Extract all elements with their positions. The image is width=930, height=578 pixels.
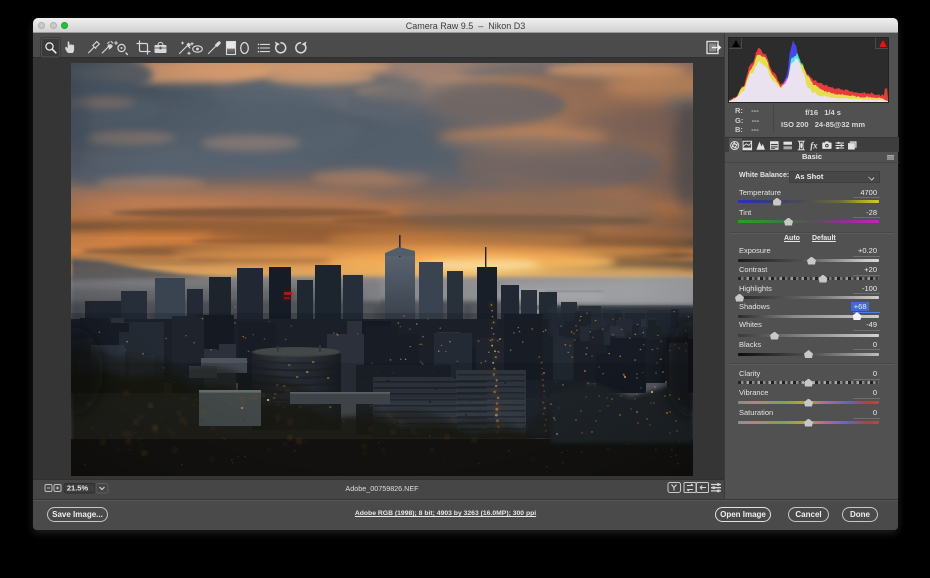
svg-text:21.5%: 21.5% [67, 484, 89, 493]
svg-text:fx: fx [810, 140, 818, 150]
svg-text:Adobe_00759826.NEF: Adobe_00759826.NEF [345, 484, 419, 493]
